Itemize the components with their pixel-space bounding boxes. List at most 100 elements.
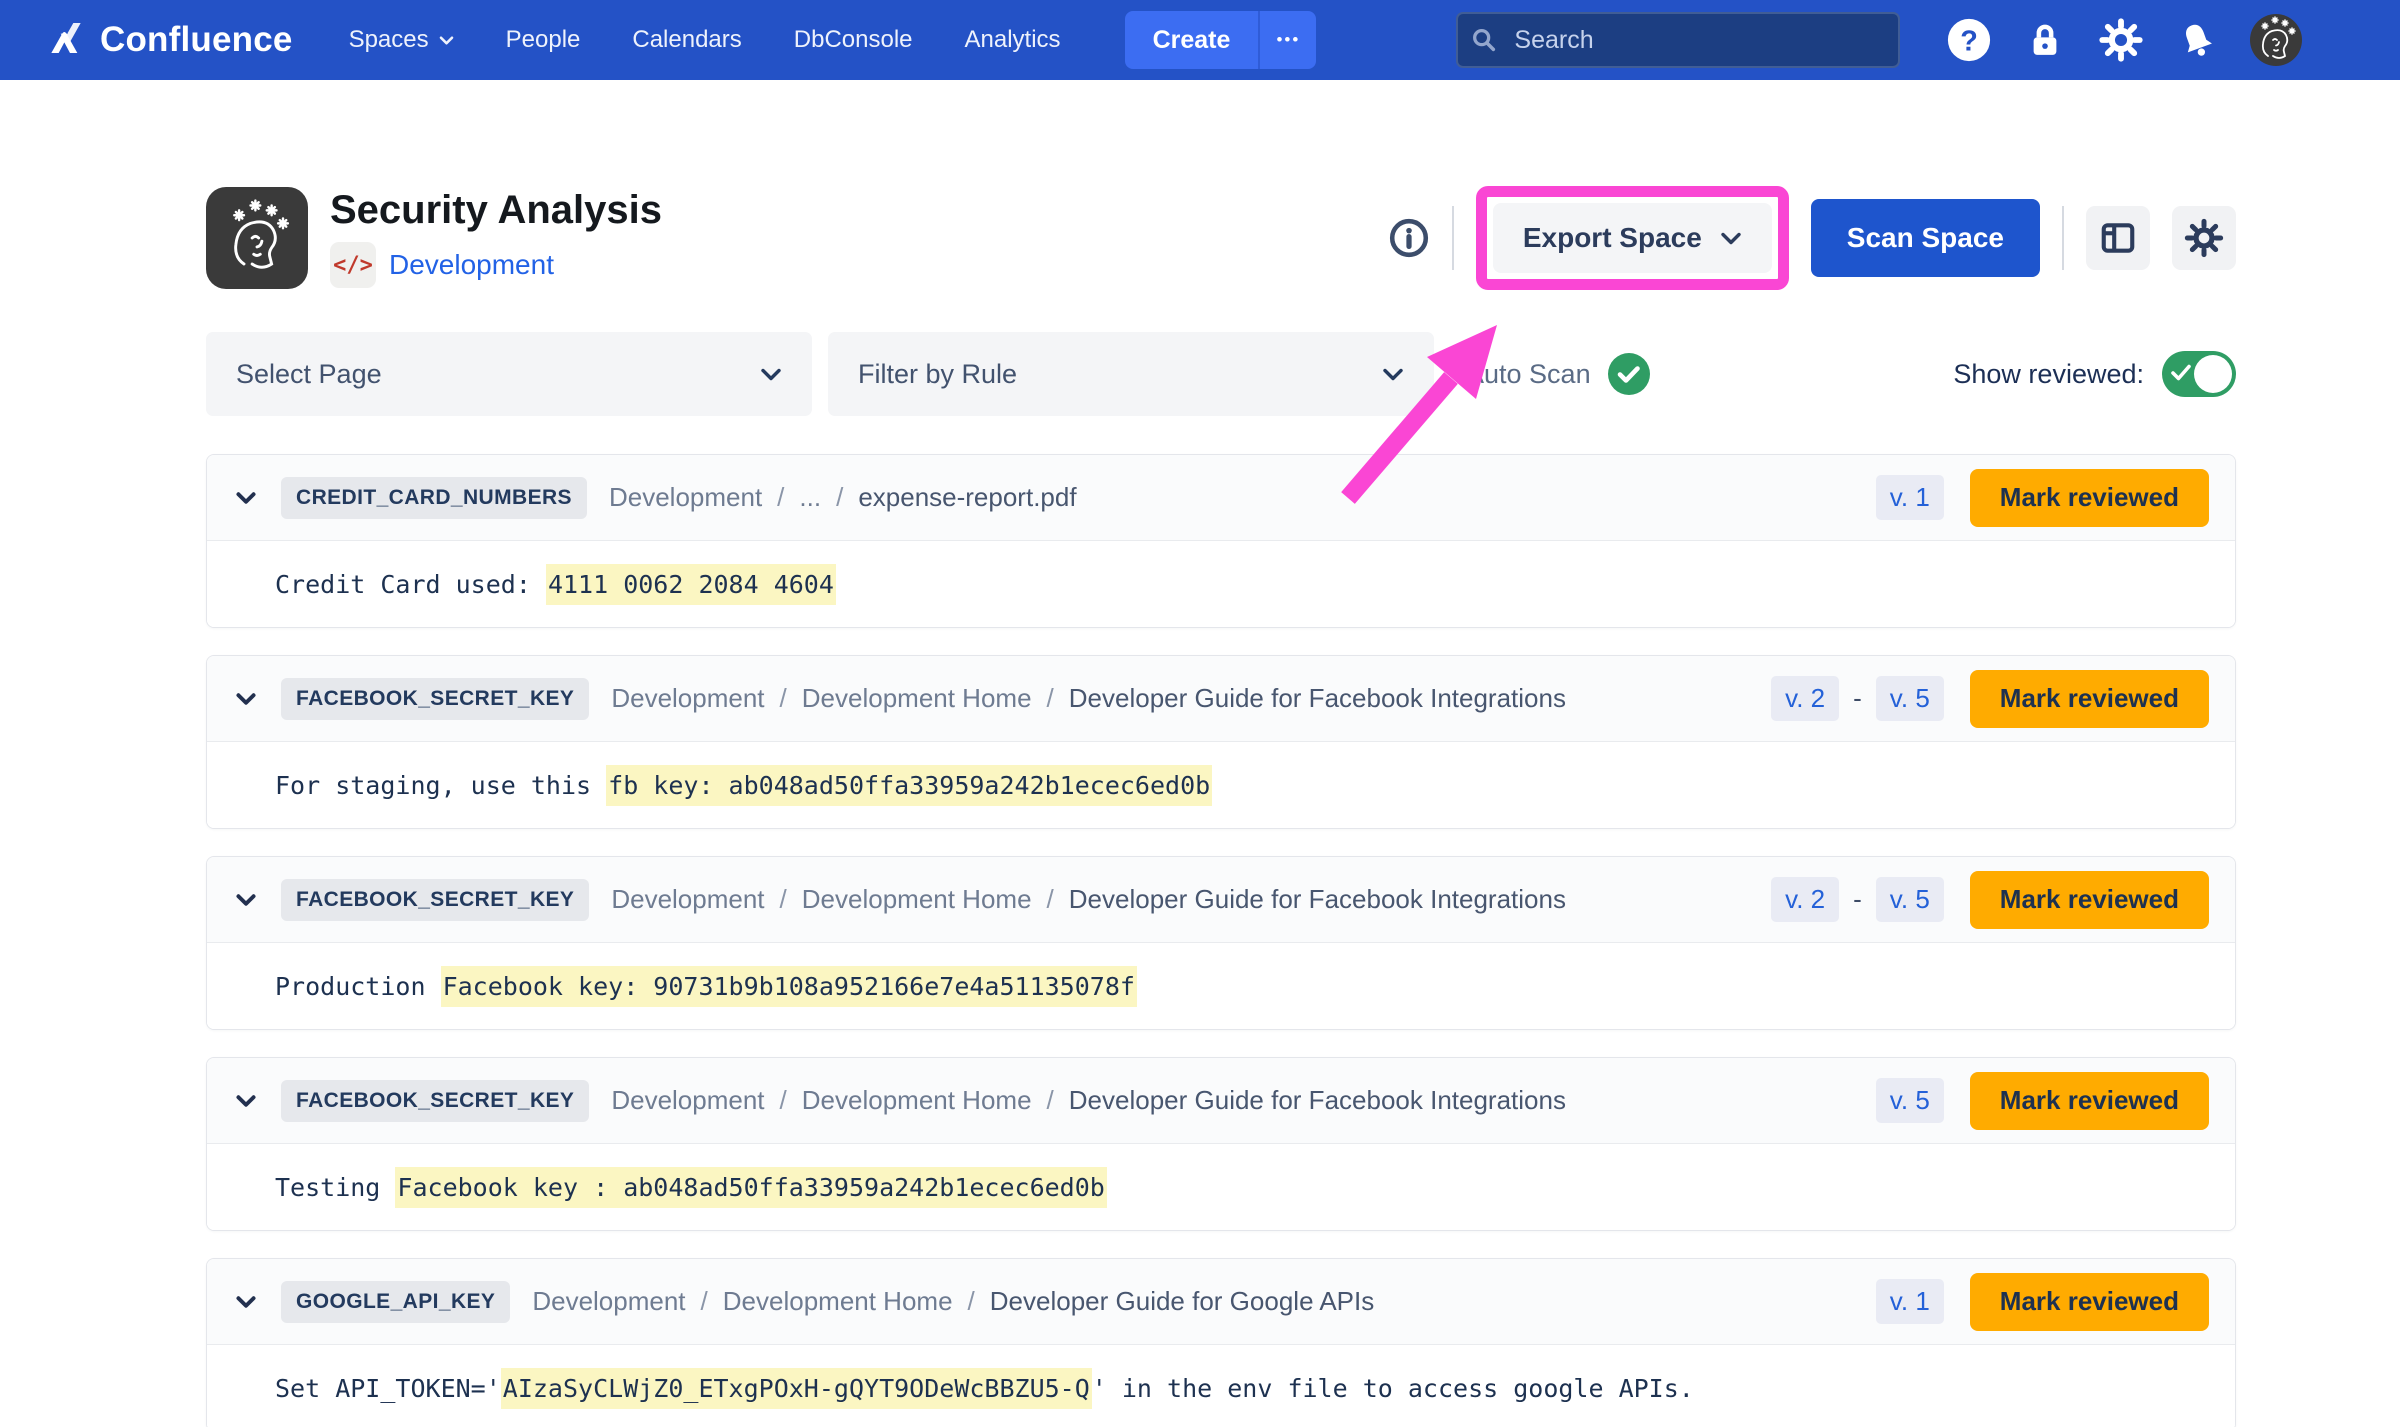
breadcrumb-item[interactable]: Developer Guide for Facebook Integration… [1069, 683, 1566, 714]
highlight-box-annotation: Export Space [1476, 186, 1789, 290]
finding-actions: v. 1 Mark reviewed [1876, 469, 2209, 527]
nav-item-label: Analytics [965, 26, 1061, 54]
show-reviewed-control: Show reviewed: [1953, 351, 2236, 397]
show-reviewed-toggle[interactable] [2162, 351, 2236, 397]
collapse-chevron-icon[interactable] [233, 887, 259, 913]
snippet-text: Credit Card used: 4111 0062 2084 4604 [275, 570, 836, 599]
finding-actions: v. 2 - v. 5 Mark reviewed [1771, 670, 2209, 728]
breadcrumb-item[interactable]: Development Home [802, 683, 1032, 714]
page-title: Security Analysis [330, 188, 662, 232]
finding-card: FACEBOOK_SECRET_KEY Development / Develo… [206, 856, 2236, 1030]
snippet-text: Production Facebook key: 90731b9b108a952… [275, 972, 1137, 1001]
search-input[interactable] [1456, 12, 1900, 68]
version-badge[interactable]: v. 2 [1771, 676, 1839, 721]
chevron-down-icon [760, 367, 782, 382]
nav-item-dbconsole[interactable]: DbConsole [794, 26, 913, 54]
breadcrumb: Development / Development Home / Develop… [532, 1286, 1374, 1317]
confluence-logo[interactable]: Confluence [46, 18, 293, 63]
mark-reviewed-button[interactable]: Mark reviewed [1970, 871, 2209, 929]
search-container [1456, 12, 1900, 68]
rule-badge: FACEBOOK_SECRET_KEY [281, 678, 589, 720]
breadcrumb-item[interactable]: Development [611, 683, 764, 714]
toggle-check-icon [2170, 363, 2192, 383]
breadcrumb-item[interactable]: Developer Guide for Facebook Integration… [1069, 1085, 1566, 1116]
restricted-button[interactable] [2022, 17, 2068, 63]
breadcrumb-ellipsis[interactable]: ... [799, 482, 821, 513]
create-more-button[interactable]: ••• [1258, 11, 1316, 69]
breadcrumb-item[interactable]: Development Home [802, 884, 1032, 915]
mark-reviewed-button[interactable]: Mark reviewed [1970, 1273, 2209, 1331]
collapse-chevron-icon[interactable] [233, 1289, 259, 1315]
scan-space-button[interactable]: Scan Space [1811, 199, 2040, 277]
version-badge[interactable]: v. 2 [1771, 877, 1839, 922]
breadcrumb-separator: / [836, 482, 843, 513]
snippet-plain: For staging, use this [275, 771, 606, 800]
version-badge[interactable]: v. 1 [1876, 1279, 1944, 1324]
mark-reviewed-button[interactable]: Mark reviewed [1970, 1072, 2209, 1130]
nav-item-spaces[interactable]: Spaces [349, 26, 454, 54]
mark-reviewed-button[interactable]: Mark reviewed [1970, 469, 2209, 527]
export-space-button[interactable]: Export Space [1493, 203, 1772, 273]
auto-scan-check-icon[interactable] [1607, 352, 1651, 396]
finding-actions: v. 1 Mark reviewed [1876, 1273, 2209, 1331]
export-space-label: Export Space [1523, 222, 1702, 254]
breadcrumb-item[interactable]: Development Home [723, 1286, 953, 1317]
nav-item-analytics[interactable]: Analytics [965, 26, 1061, 54]
breadcrumb-item[interactable]: Development [611, 1085, 764, 1116]
user-avatar[interactable] [2250, 14, 2302, 66]
space-titles: Security Analysis </> Development [330, 188, 662, 288]
filter-by-rule-dropdown[interactable]: Filter by Rule [828, 332, 1434, 416]
snippet-text: Testing Facebook key : ab048ad50ffa33959… [275, 1173, 1107, 1202]
nav-item-label: People [506, 26, 581, 54]
collapse-chevron-icon[interactable] [233, 686, 259, 712]
finding-actions: v. 5 Mark reviewed [1876, 1072, 2209, 1130]
rule-badge: FACEBOOK_SECRET_KEY [281, 1080, 589, 1122]
auto-scan-status: Auto Scan [1466, 352, 1651, 396]
finding-snippet: Production Facebook key: 90731b9b108a952… [207, 943, 2235, 1029]
version-range-separator: - [1853, 884, 1862, 915]
breadcrumb-item[interactable]: Development [532, 1286, 685, 1317]
collapse-chevron-icon[interactable] [233, 1088, 259, 1114]
breadcrumb: Development / Development Home / Develop… [611, 683, 1566, 714]
show-reviewed-label: Show reviewed: [1953, 359, 2144, 390]
chevron-down-icon [1382, 367, 1404, 382]
sidebar-layout-button[interactable] [2086, 206, 2150, 270]
finding-snippet: Set API_TOKEN='AIzaSyCLWjZ0_ETxgPOxH-gQY… [207, 1345, 2235, 1427]
mark-reviewed-button[interactable]: Mark reviewed [1970, 670, 2209, 728]
breadcrumb-separator: / [1047, 1085, 1054, 1116]
page-content: Security Analysis </> Development Export… [0, 186, 2400, 1427]
version-badge[interactable]: v. 5 [1876, 877, 1944, 922]
breadcrumb-item[interactable]: Developer Guide for Google APIs [990, 1286, 1374, 1317]
space-link-development[interactable]: Development [389, 249, 554, 281]
breadcrumb-item[interactable]: Development [611, 884, 764, 915]
breadcrumb-item[interactable]: Developer Guide for Facebook Integration… [1069, 884, 1566, 915]
nav-item-calendars[interactable]: Calendars [632, 26, 741, 54]
notifications-button[interactable] [2174, 17, 2220, 63]
space-header: Security Analysis </> Development Export… [206, 186, 2236, 290]
select-page-dropdown[interactable]: Select Page [206, 332, 812, 416]
breadcrumb-item[interactable]: expense-report.pdf [858, 482, 1076, 513]
collapse-chevron-icon[interactable] [233, 485, 259, 511]
settings-button[interactable] [2098, 17, 2144, 63]
breadcrumb-item[interactable]: Development Home [802, 1085, 1032, 1116]
snippet-highlight: Facebook key : ab048ad50ffa33959a242b1ec… [395, 1167, 1106, 1208]
info-icon[interactable] [1388, 217, 1430, 259]
finding-header: GOOGLE_API_KEY Development / Development… [207, 1259, 2235, 1345]
version-badge[interactable]: v. 1 [1876, 475, 1944, 520]
finding-header: FACEBOOK_SECRET_KEY Development / Develo… [207, 1058, 2235, 1144]
nav-icon-group: ? [1946, 14, 2302, 66]
finding-snippet: Credit Card used: 4111 0062 2084 4604 [207, 541, 2235, 627]
breadcrumb-separator: / [1047, 884, 1054, 915]
nav-item-people[interactable]: People [506, 26, 581, 54]
version-badge[interactable]: v. 5 [1876, 1078, 1944, 1123]
create-button[interactable]: Create [1125, 11, 1259, 69]
space-settings-button[interactable] [2172, 206, 2236, 270]
breadcrumb-item[interactable]: Development [609, 482, 762, 513]
rule-badge: CREDIT_CARD_NUMBERS [281, 477, 587, 519]
finding-snippet: Testing Facebook key : ab048ad50ffa33959… [207, 1144, 2235, 1230]
finding-card: FACEBOOK_SECRET_KEY Development / Develo… [206, 1057, 2236, 1231]
version-badge[interactable]: v. 5 [1876, 676, 1944, 721]
help-button[interactable]: ? [1946, 17, 1992, 63]
filters-row: Select Page Filter by Rule Auto Scan Sho… [206, 332, 2236, 416]
breadcrumb-separator: / [968, 1286, 975, 1317]
